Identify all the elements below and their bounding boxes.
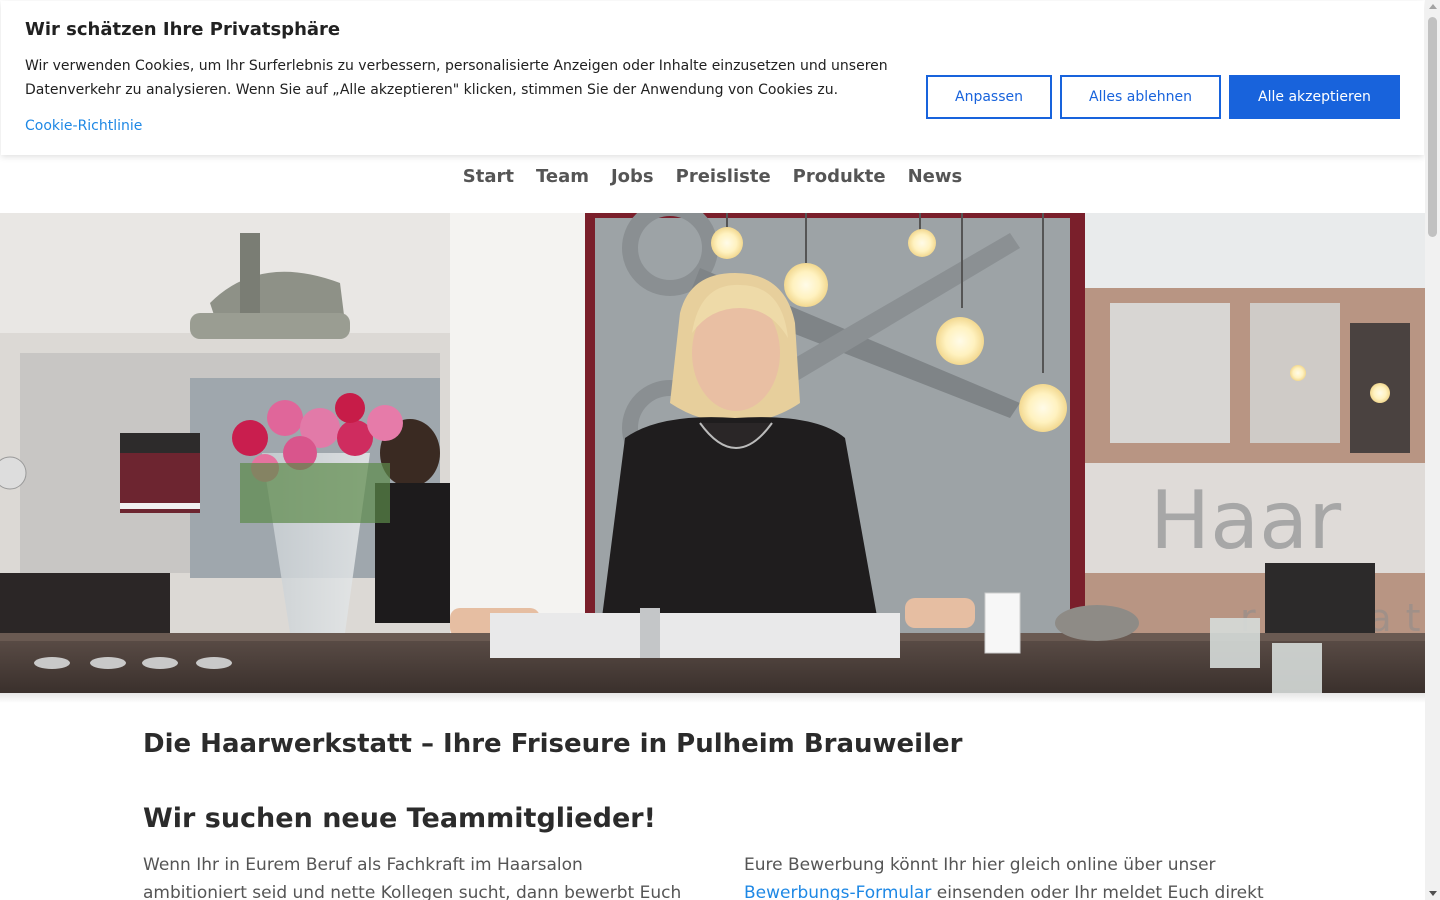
main-nav: Start Team Jobs Preisliste Produkte News (0, 163, 1425, 191)
hero-illustration: Haar rkstatt (0, 213, 1425, 693)
cookie-banner-text: Wir verwenden Cookies, um Ihr Surferlebn… (25, 58, 888, 98)
page-title: Die Haarwerkstatt – Ihre Friseure in Pul… (143, 729, 963, 759)
application-form-link[interactable]: Bewerbungs-Formular (744, 883, 931, 900)
nav-item-news[interactable]: News (908, 163, 963, 191)
nav-item-team[interactable]: Team (536, 163, 589, 191)
scroll-down-arrow-icon[interactable] (1429, 891, 1437, 896)
jobs-intro-text: Wenn Ihr in Eurem Beruf als Fachkraft im… (143, 855, 682, 900)
hero-image: Haar rkstatt (0, 213, 1425, 693)
scrollbar-thumb[interactable] (1428, 17, 1437, 237)
nav-item-preisliste[interactable]: Preisliste (676, 163, 771, 191)
cookie-policy-link[interactable]: Cookie-Richtlinie (25, 118, 142, 134)
accept-all-button[interactable]: Alle akzeptieren (1229, 75, 1400, 119)
cookie-banner-title: Wir schätzen Ihre Privatsphäre (25, 19, 341, 40)
nav-item-jobs[interactable]: Jobs (611, 163, 654, 191)
page-scrollbar[interactable] (1425, 0, 1440, 900)
main-content: Die Haarwerkstatt – Ihre Friseure in Pul… (143, 725, 1283, 900)
reject-all-button[interactable]: Alles ablehnen (1060, 75, 1221, 119)
customize-button[interactable]: Anpassen (926, 75, 1052, 119)
hero-shadow (0, 693, 1425, 703)
page: Start Team Jobs Preisliste Produkte News (0, 0, 1425, 900)
nav-item-produkte[interactable]: Produkte (793, 163, 886, 191)
scroll-up-arrow-icon[interactable] (1429, 4, 1437, 9)
jobs-application-text: Eure Bewerbung könnt Ihr hier gleich onl… (744, 851, 1289, 900)
section-heading: Wir suchen neue Teammitglieder! (143, 803, 656, 834)
nav-item-start[interactable]: Start (463, 163, 514, 191)
application-text-before: Eure Bewerbung könnt Ihr hier gleich onl… (744, 855, 1216, 875)
cookie-banner: Wir schätzen Ihre Privatsphäre Wir verwe… (1, 1, 1424, 155)
window-logo-text: Haar (1150, 474, 1341, 567)
application-text-after: einsenden oder Ihr meldet Euch direkt (931, 883, 1264, 900)
